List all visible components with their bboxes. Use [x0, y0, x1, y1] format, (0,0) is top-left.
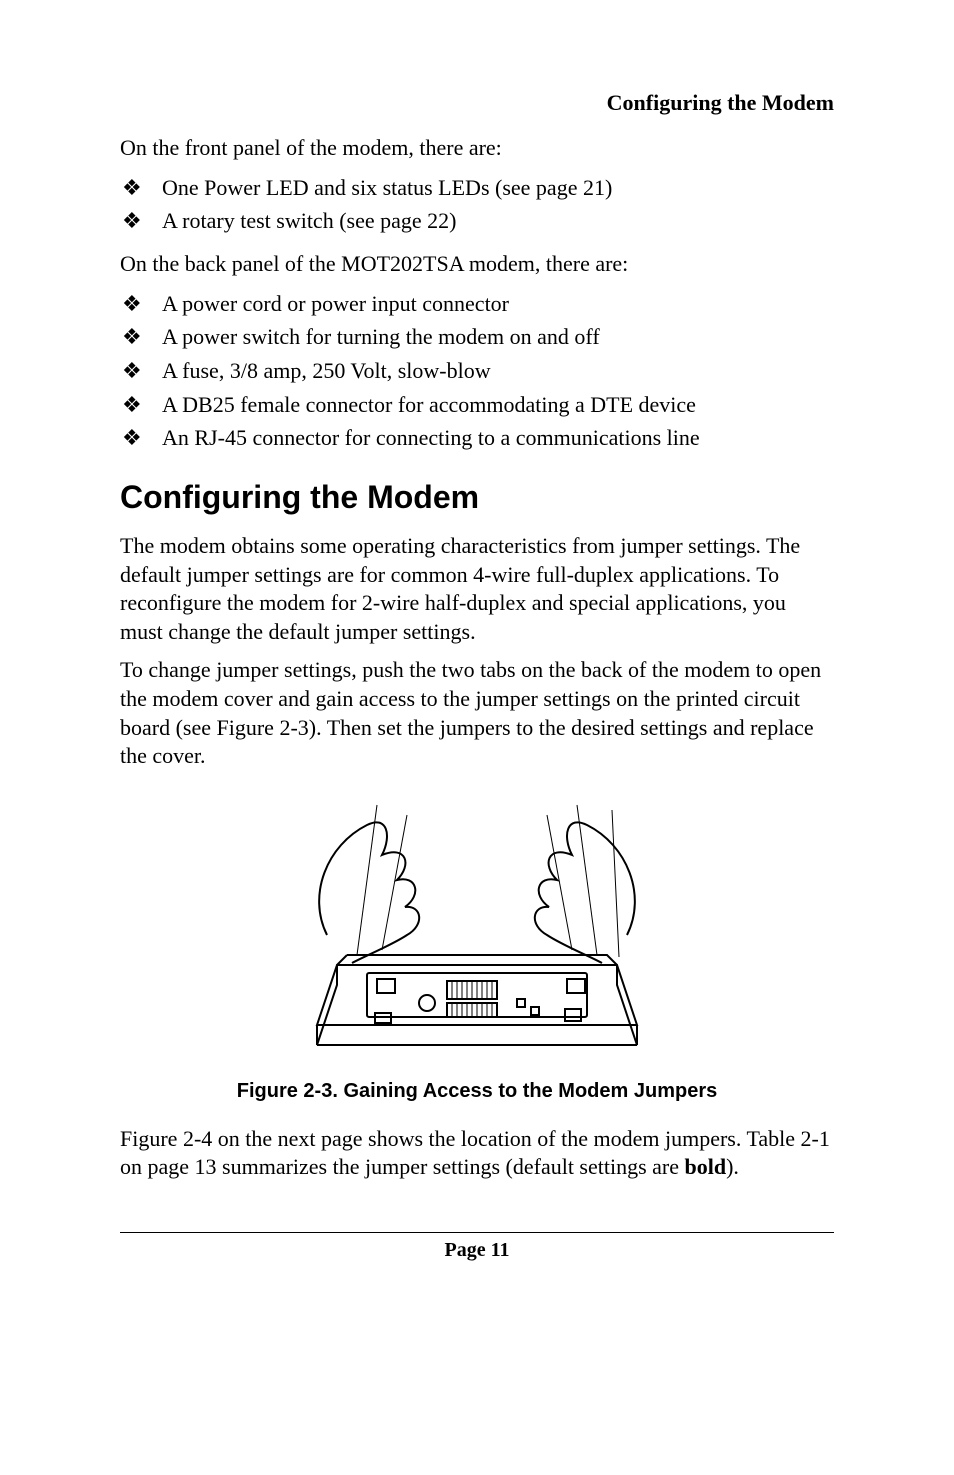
list-item: ❖ A power cord or power input connector	[120, 289, 834, 319]
list-item: ❖ A rotary test switch (see page 22)	[120, 206, 834, 236]
bullet-icon: ❖	[120, 322, 162, 352]
list-item-text: A fuse, 3/8 amp, 250 Volt, slow-blow	[162, 356, 491, 386]
modem-jumpers-illustration	[297, 785, 657, 1065]
bullet-icon: ❖	[120, 289, 162, 319]
paragraph-1: The modem obtains some operating charact…	[120, 532, 834, 646]
list-item: ❖ One Power LED and six status LEDs (see…	[120, 173, 834, 203]
list-item-text: A DB25 female connector for accommodatin…	[162, 390, 696, 420]
list-item-text: A power switch for turning the modem on …	[162, 322, 600, 352]
list-item: ❖ A fuse, 3/8 amp, 250 Volt, slow-blow	[120, 356, 834, 386]
heading-configuring-modem: Configuring the Modem	[120, 479, 834, 516]
bullet-icon: ❖	[120, 356, 162, 386]
front-panel-list: ❖ One Power LED and six status LEDs (see…	[120, 173, 834, 236]
intro-back: On the back panel of the MOT202TSA modem…	[120, 250, 834, 279]
intro-front: On the front panel of the modem, there a…	[120, 134, 834, 163]
bullet-icon: ❖	[120, 423, 162, 453]
list-item-text: One Power LED and six status LEDs (see p…	[162, 173, 612, 203]
list-item-text: A power cord or power input connector	[162, 289, 509, 319]
list-item: ❖ An RJ-45 connector for connecting to a…	[120, 423, 834, 453]
bullet-icon: ❖	[120, 206, 162, 236]
paragraph-3: Figure 2-4 on the next page shows the lo…	[120, 1125, 834, 1182]
bullet-icon: ❖	[120, 390, 162, 420]
list-item-text: A rotary test switch (see page 22)	[162, 206, 456, 236]
page-content: Configuring the Modem On the front panel…	[0, 0, 954, 1302]
figure-caption: Figure 2-3. Gaining Access to the Modem …	[120, 1080, 834, 1103]
para3-post: ).	[726, 1154, 739, 1179]
paragraph-2: To change jumper settings, push the two …	[120, 656, 834, 770]
list-item: ❖ A power switch for turning the modem o…	[120, 322, 834, 352]
list-item-text: An RJ-45 connector for connecting to a c…	[162, 423, 700, 453]
back-panel-list: ❖ A power cord or power input connector …	[120, 289, 834, 453]
running-head: Configuring the Modem	[120, 90, 834, 116]
figure-2-3	[120, 785, 834, 1070]
list-item: ❖ A DB25 female connector for accommodat…	[120, 390, 834, 420]
para3-bold: bold	[685, 1154, 727, 1179]
bullet-icon: ❖	[120, 173, 162, 203]
page-footer: Page 11	[120, 1232, 834, 1262]
